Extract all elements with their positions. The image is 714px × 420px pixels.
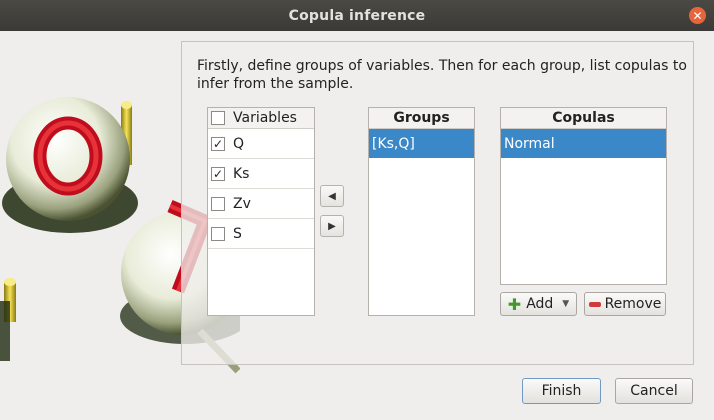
groups-list[interactable]: Groups [Ks,Q] <box>368 107 475 316</box>
minus-icon <box>588 301 601 307</box>
variable-row-ks[interactable]: ✓ Ks <box>208 159 314 189</box>
add-to-group-button[interactable]: ▶ <box>320 215 344 237</box>
variable-label: Q <box>233 135 245 152</box>
variable-label: Ks <box>233 165 250 182</box>
variable-checkbox-zv[interactable] <box>211 196 225 211</box>
plus-icon: ✚ <box>507 294 522 314</box>
variable-checkbox-ks[interactable]: ✓ <box>211 166 225 181</box>
group-item[interactable]: [Ks,Q] <box>369 129 474 158</box>
variable-row-s[interactable]: S <box>208 219 314 249</box>
remove-from-group-button[interactable]: ◀ <box>320 185 344 207</box>
add-copula-button[interactable]: ✚ Add ▼ <box>500 292 577 316</box>
remove-copula-button[interactable]: Remove <box>584 292 666 316</box>
variable-label: Zv <box>233 195 251 212</box>
copula-item[interactable]: Normal <box>501 129 666 158</box>
instructions-text: Firstly, define groups of variables. The… <box>197 58 687 92</box>
dropdown-arrow-icon: ▼ <box>562 299 570 309</box>
window-title: Copula inference <box>288 7 426 24</box>
add-label: Add <box>526 296 554 312</box>
variable-checkbox-q[interactable]: ✓ <box>211 136 225 151</box>
variable-row-q[interactable]: ✓ Q <box>208 129 314 159</box>
variable-row-zv[interactable]: Zv <box>208 189 314 219</box>
remove-label: Remove <box>604 296 662 312</box>
groups-header: Groups <box>369 108 474 129</box>
variables-list[interactable]: Variables ✓ Q ✓ Ks Zv S <box>207 107 315 316</box>
variables-header[interactable]: Variables <box>208 108 314 129</box>
finish-label: Finish <box>541 383 582 399</box>
variable-label: S <box>233 225 242 242</box>
copulas-list[interactable]: Copulas Normal <box>500 107 667 285</box>
finish-button[interactable]: Finish <box>522 378 601 404</box>
copulas-header: Copulas <box>501 108 666 129</box>
title-bar: Copula inference ✕ <box>0 0 714 31</box>
cancel-label: Cancel <box>630 383 678 399</box>
arrow-left-icon: ◀ <box>328 190 336 202</box>
arrow-right-icon: ▶ <box>328 220 336 232</box>
close-icon: ✕ <box>692 8 703 23</box>
variable-checkbox-s[interactable] <box>211 226 225 241</box>
cancel-button[interactable]: Cancel <box>615 378 693 404</box>
close-button[interactable]: ✕ <box>689 7 706 24</box>
checkmark-icon: ✓ <box>212 166 224 181</box>
checkmark-icon: ✓ <box>212 136 224 151</box>
select-all-checkbox[interactable] <box>211 111 225 125</box>
variables-header-label: Variables <box>233 110 297 126</box>
